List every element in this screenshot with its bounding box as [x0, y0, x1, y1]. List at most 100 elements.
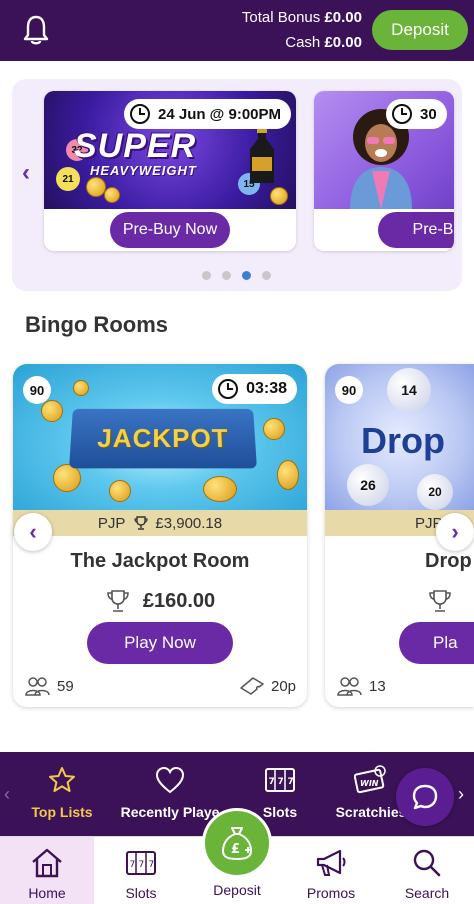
- players-count: 13: [369, 678, 386, 695]
- ticket-icon: [239, 676, 265, 696]
- carousel-dot[interactable]: [222, 271, 231, 280]
- players-icon: [337, 676, 363, 696]
- pjp-value: £3,900.18: [155, 515, 222, 532]
- pjp-label: PJP: [98, 515, 126, 532]
- section-title: Bingo Rooms: [25, 312, 168, 338]
- rooms-next-arrow[interactable]: ›: [436, 513, 474, 551]
- room-image-text: JACKPOT: [97, 423, 230, 454]
- bingo-ball: 14: [387, 368, 431, 412]
- home-icon: [30, 847, 64, 879]
- pre-buy-button[interactable]: Pre-Buy Now: [110, 212, 230, 248]
- trophy-icon: [105, 588, 131, 614]
- carousel-dot-active[interactable]: [242, 271, 251, 280]
- nav-label: Deposit: [200, 882, 274, 898]
- coin: [73, 380, 89, 396]
- clock-icon: [130, 104, 150, 124]
- live-chat-button[interactable]: [396, 768, 454, 826]
- total-bonus: Total Bonus £0.00: [242, 9, 362, 26]
- coin: [86, 177, 106, 197]
- nav-label: Slots: [125, 885, 156, 901]
- room-prize-value: £160.00: [143, 590, 215, 613]
- category-prev-arrow[interactable]: ‹: [4, 784, 10, 805]
- coin: [41, 400, 63, 422]
- svg-text:7: 7: [288, 777, 294, 787]
- rooms-prev-arrow[interactable]: ‹: [14, 513, 52, 551]
- carousel-prev-arrow[interactable]: ‹: [22, 159, 30, 187]
- bell-icon[interactable]: [22, 14, 50, 46]
- category-top-lists[interactable]: Top Lists: [28, 752, 96, 836]
- category-next-arrow[interactable]: ›: [458, 784, 464, 805]
- chat-bubble-icon: [410, 782, 440, 812]
- svg-text:7: 7: [139, 860, 145, 870]
- play-now-button[interactable]: Play Now: [87, 622, 233, 664]
- coin: [277, 460, 299, 490]
- carousel-dots: [202, 271, 271, 280]
- category-label: Recently Playe: [121, 804, 220, 820]
- total-bonus-value: £0.00: [324, 9, 362, 26]
- cash-label: Cash: [285, 34, 320, 51]
- promo-subtitle: HEAVYWEIGHT: [90, 163, 197, 178]
- jackpot-plate: JACKPOT: [69, 409, 257, 468]
- room-players: 13: [337, 676, 386, 696]
- promo-card[interactable]: 30 Pre-B: [314, 91, 454, 251]
- nav-label: Home: [28, 885, 65, 901]
- ball-type-badge: 90: [23, 376, 51, 404]
- svg-text:£: £: [231, 842, 240, 857]
- nav-slots[interactable]: 7 7 7 Slots: [94, 837, 188, 904]
- money-bag-icon: £: [219, 824, 255, 862]
- trophy-icon: [133, 515, 149, 531]
- nav-search[interactable]: Search: [380, 837, 474, 904]
- coin: [203, 476, 237, 502]
- nav-deposit-button[interactable]: £: [202, 808, 272, 878]
- room-name: Drop: [325, 550, 474, 573]
- svg-text:WIN: WIN: [360, 779, 379, 788]
- svg-text:7: 7: [130, 860, 136, 870]
- top-header: Total Bonus £0.00 Cash £0.00 Deposit: [0, 0, 474, 61]
- carousel-dot[interactable]: [262, 271, 271, 280]
- room-image: 14 26 20 Drop 90: [325, 364, 474, 510]
- pjp-bar: PJP £3,900.18: [13, 510, 307, 536]
- room-prize: [325, 588, 474, 614]
- promo-image: 30: [314, 91, 454, 209]
- room-image: JACKPOT 90 03:38: [13, 364, 307, 510]
- players-count: 59: [57, 678, 74, 695]
- ticket-price: 20p: [271, 678, 296, 695]
- svg-text:7: 7: [269, 777, 275, 787]
- promo-carousel: ‹ › 32 21 15 SUPER HEAVYWEIGHT 24 Jun @ …: [12, 79, 462, 291]
- coin: [263, 418, 285, 440]
- category-label: Scratchies: [336, 804, 407, 820]
- coin: [109, 480, 131, 502]
- room-ticket-price: 20p: [239, 676, 296, 696]
- nav-label: Search: [405, 885, 449, 901]
- promo-image: 32 21 15 SUPER HEAVYWEIGHT 24 Jun @ 9:00…: [44, 91, 296, 209]
- svg-text:7: 7: [149, 860, 155, 870]
- bingo-ball: 20: [417, 474, 453, 510]
- promo-time: 30: [420, 106, 437, 123]
- heart-icon: [155, 766, 185, 794]
- star-icon: [48, 766, 76, 794]
- room-players: 59: [25, 676, 74, 696]
- room-timer-value: 03:38: [246, 380, 287, 398]
- scratch-card-icon: WIN: [354, 764, 388, 794]
- category-label: Top Lists: [31, 804, 92, 820]
- slot-machine-icon: 7 7 7: [125, 849, 157, 877]
- svg-text:7: 7: [278, 777, 284, 787]
- room-timer: 03:38: [212, 374, 297, 404]
- pre-buy-button[interactable]: Pre-B: [378, 212, 454, 248]
- promo-timer: 30: [386, 99, 447, 129]
- play-now-button[interactable]: Pla: [399, 622, 474, 664]
- promo-timer: 24 Jun @ 9:00PM: [124, 99, 291, 129]
- promo-card[interactable]: 32 21 15 SUPER HEAVYWEIGHT 24 Jun @ 9:00…: [44, 91, 296, 251]
- bingo-room-card[interactable]: JACKPOT 90 03:38 PJP £3,900.18 The Jackp…: [13, 364, 307, 707]
- room-image-text: Drop: [361, 420, 445, 462]
- nav-promos[interactable]: Promos: [284, 837, 378, 904]
- ball-type-badge: 90: [335, 376, 363, 404]
- nav-label: Promos: [307, 885, 355, 901]
- promo-time: 24 Jun @ 9:00PM: [158, 106, 281, 123]
- carousel-dot[interactable]: [202, 271, 211, 280]
- deposit-button[interactable]: Deposit: [372, 10, 468, 50]
- nav-home[interactable]: Home: [0, 837, 94, 904]
- search-icon: [412, 848, 442, 878]
- champagne-bottle-icon: [242, 125, 282, 185]
- clock-icon: [392, 104, 412, 124]
